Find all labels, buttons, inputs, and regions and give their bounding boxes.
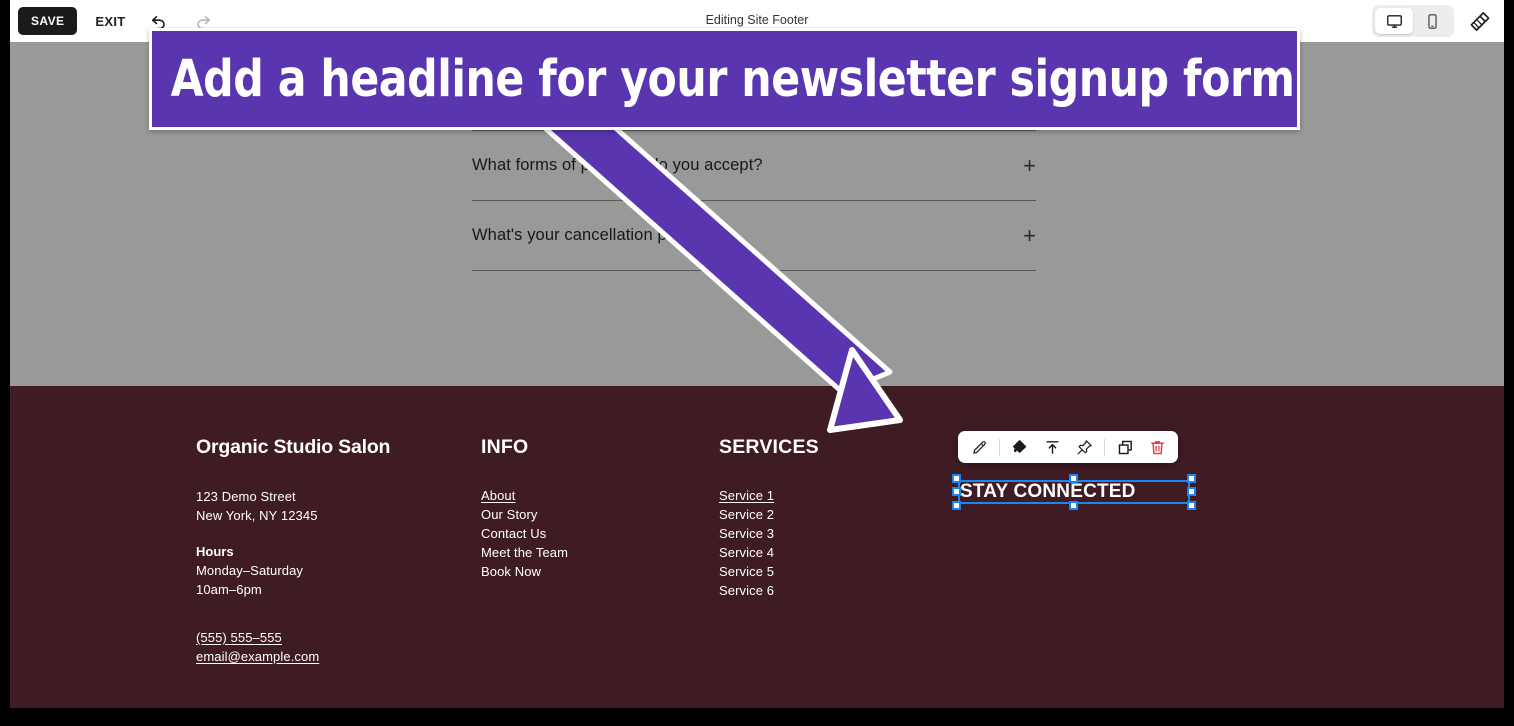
service-link-6[interactable]: Service 6 bbox=[719, 581, 959, 600]
footer-column-info: INFO About Our Story Contact Us Meet the… bbox=[481, 436, 719, 666]
resize-handle-bottom-left[interactable] bbox=[952, 501, 961, 510]
site-footer[interactable]: Organic Studio Salon 123 Demo Street New… bbox=[10, 386, 1504, 708]
faq-section: What forms of payment do you accept? + W… bbox=[472, 130, 1036, 271]
address-line-1: 123 Demo Street bbox=[196, 489, 296, 504]
move-to-top-button[interactable] bbox=[1037, 433, 1067, 461]
toolbar-divider bbox=[999, 438, 1000, 456]
info-link-meet-the-team[interactable]: Meet the Team bbox=[481, 543, 719, 562]
exit-button[interactable]: EXIT bbox=[91, 8, 129, 35]
duplicate-icon bbox=[1118, 440, 1132, 454]
desktop-monitor-icon bbox=[1386, 14, 1402, 28]
faq-question: What forms of payment do you accept? bbox=[472, 156, 763, 174]
resize-handle-middle-right[interactable] bbox=[1187, 487, 1196, 496]
page-title: Editing Site Footer bbox=[705, 13, 809, 27]
info-link-contact-us[interactable]: Contact Us bbox=[481, 524, 719, 543]
pin-button[interactable] bbox=[1069, 433, 1099, 461]
brand-name: Organic Studio Salon bbox=[196, 436, 391, 458]
pin-icon bbox=[1077, 439, 1092, 454]
service-link-3[interactable]: Service 3 bbox=[719, 524, 959, 543]
faq-expand-icon[interactable]: + bbox=[1023, 224, 1036, 247]
annotation-callout: Add a headline for your newsletter signu… bbox=[149, 28, 1300, 130]
resize-handle-bottom-center[interactable] bbox=[1069, 501, 1078, 510]
style-button[interactable] bbox=[1005, 433, 1035, 461]
address-line-2: New York, NY 12345 bbox=[196, 508, 318, 523]
editor-window: SAVE EXIT Editing Site Footer What forms… bbox=[0, 0, 1514, 726]
info-link-our-story[interactable]: Our Story bbox=[481, 505, 719, 524]
email-link[interactable]: email@example.com bbox=[196, 647, 481, 666]
faq-divider bbox=[472, 200, 1036, 201]
faq-divider bbox=[472, 130, 1036, 131]
mobile-phone-icon bbox=[1427, 13, 1437, 29]
annotation-callout-text: Add a headline for your newsletter signu… bbox=[170, 49, 1295, 109]
resize-handle-bottom-right[interactable] bbox=[1187, 501, 1196, 510]
info-link-about[interactable]: About bbox=[481, 486, 719, 505]
footer-columns: Organic Studio Salon 123 Demo Street New… bbox=[196, 436, 959, 666]
footer-column-brand: Organic Studio Salon 123 Demo Street New… bbox=[196, 436, 481, 666]
faq-question: What's your cancellation policy? bbox=[472, 226, 710, 244]
faq-divider bbox=[472, 270, 1036, 271]
delete-button[interactable] bbox=[1142, 433, 1172, 461]
service-link-2[interactable]: Service 2 bbox=[719, 505, 959, 524]
faq-expand-icon[interactable]: + bbox=[1023, 154, 1036, 177]
paintbrush-icon bbox=[1470, 11, 1489, 31]
pencil-icon bbox=[972, 440, 986, 454]
duplicate-button[interactable] bbox=[1110, 433, 1140, 461]
service-link-1[interactable]: Service 1 bbox=[719, 486, 959, 505]
device-mobile-button[interactable] bbox=[1413, 8, 1451, 34]
footer-column-services: SERVICES Service 1 Service 2 Service 3 S… bbox=[719, 436, 959, 666]
services-heading: SERVICES bbox=[719, 436, 819, 458]
save-button[interactable]: SAVE bbox=[18, 7, 78, 35]
arrow-up-to-line-icon bbox=[1045, 440, 1059, 454]
service-link-4[interactable]: Service 4 bbox=[719, 543, 959, 562]
resize-handle-top-left[interactable] bbox=[952, 474, 961, 483]
service-link-5[interactable]: Service 5 bbox=[719, 562, 959, 581]
trash-icon bbox=[1150, 440, 1164, 454]
contact-block: (555) 555–555 email@example.com bbox=[196, 628, 481, 666]
hours-time: 10am–6pm bbox=[196, 582, 262, 597]
resize-handle-top-right[interactable] bbox=[1187, 474, 1196, 483]
element-action-toolbar bbox=[958, 431, 1178, 463]
edit-button[interactable] bbox=[964, 433, 994, 461]
faq-item[interactable]: What's your cancellation policy? + bbox=[472, 201, 1036, 270]
hours-days: Monday–Saturday bbox=[196, 563, 304, 578]
phone-link[interactable]: (555) 555–555 bbox=[196, 628, 481, 647]
resize-handle-top-center[interactable] bbox=[1069, 474, 1078, 483]
device-desktop-button[interactable] bbox=[1375, 8, 1413, 34]
design-button[interactable] bbox=[1464, 6, 1494, 36]
hours-label: Hours bbox=[196, 544, 234, 559]
device-preview-toggle bbox=[1372, 5, 1454, 37]
toolbar-right-group bbox=[1372, 0, 1494, 42]
selected-element-newsletter-heading[interactable]: STAY CONNECTED bbox=[952, 474, 1196, 510]
info-heading: INFO bbox=[481, 436, 529, 458]
resize-handle-middle-left[interactable] bbox=[952, 487, 961, 496]
toolbar-divider bbox=[1104, 438, 1105, 456]
site-canvas: What forms of payment do you accept? + W… bbox=[10, 42, 1504, 708]
info-link-book-now[interactable]: Book Now bbox=[481, 562, 719, 581]
paint-bucket-icon bbox=[1013, 440, 1027, 453]
faq-item[interactable]: What forms of payment do you accept? + bbox=[472, 131, 1036, 200]
